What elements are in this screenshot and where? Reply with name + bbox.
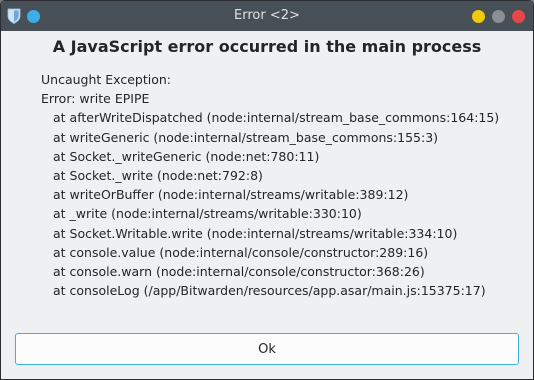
stack-trace-line: at Socket.Writable.write (node:internal/… — [53, 225, 458, 241]
maximize-icon[interactable] — [492, 10, 505, 23]
window-title: Error <2> — [234, 8, 300, 23]
stack-trace-line: at Socket._write (node:net:792:8) — [53, 167, 263, 183]
ok-button[interactable]: Ok — [15, 333, 519, 365]
title-bar[interactable]: Error <2> — [1, 1, 533, 31]
message-line: Uncaught Exception: — [41, 72, 171, 87]
minimize-icon[interactable] — [472, 10, 485, 23]
message-line: Error: write EPIPE — [41, 91, 150, 107]
close-icon[interactable] — [512, 10, 525, 23]
error-message: Uncaught Exception: Error: write EPIPE a… — [41, 70, 523, 300]
stack-trace-line: at console.warn (node:internal/console/c… — [53, 263, 425, 279]
error-dialog-window: Error <2> A JavaScript error occurred in… — [0, 0, 534, 380]
stack-trace-line: at writeOrBuffer (node:internal/streams/… — [53, 187, 409, 203]
stack-trace-line: at consoleLog (/app/Bitwarden/resources/… — [53, 283, 486, 299]
stack-trace-line: at afterWriteDispatched (node:internal/s… — [53, 110, 500, 126]
stack-trace-line: at Socket._writeGeneric (node:net:780:11… — [53, 148, 320, 164]
stack-trace-line: at _write (node:internal/streams/writabl… — [53, 206, 362, 222]
dialog-heading: A JavaScript error occurred in the main … — [52, 37, 482, 56]
stack-trace-line: at writeGeneric (node:internal/stream_ba… — [53, 129, 439, 145]
window-controls — [472, 10, 525, 23]
stack-trace-line: at console.value (node:internal/console/… — [53, 244, 429, 260]
